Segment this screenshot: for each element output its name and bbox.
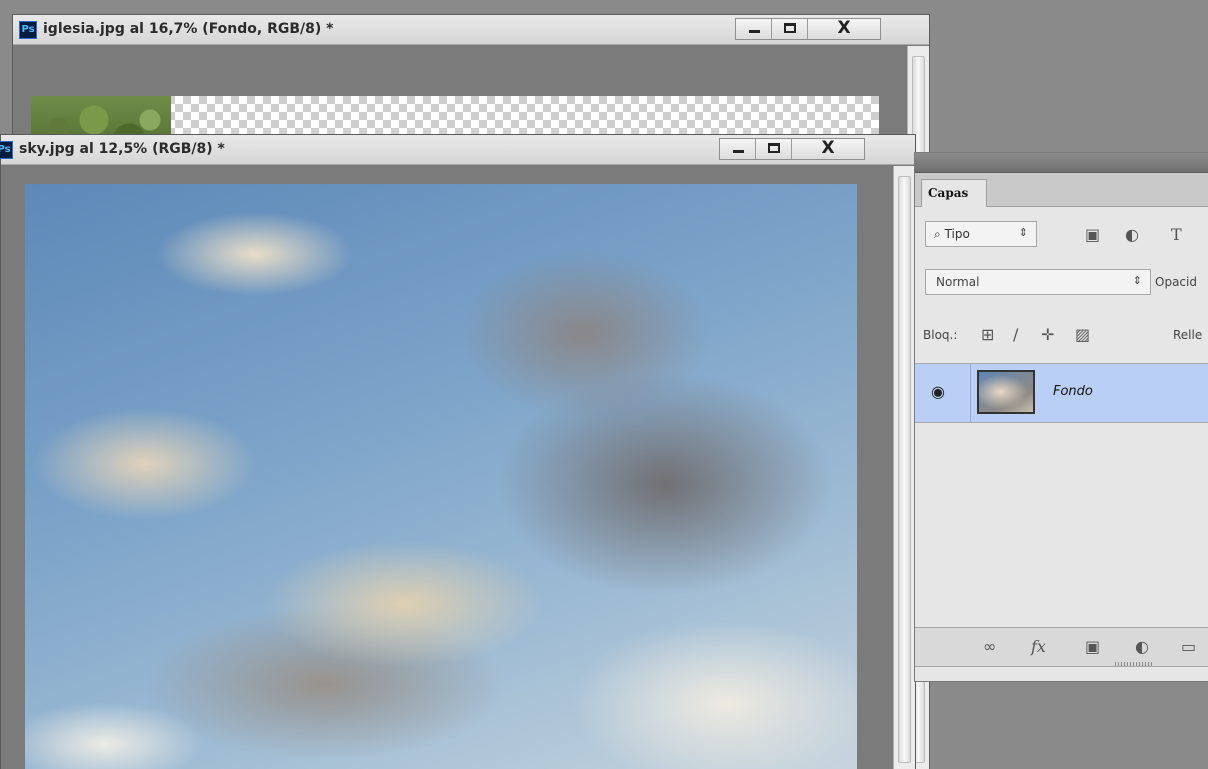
sky-photo [25,184,857,769]
photoshop-icon: Ps [19,21,37,39]
layer-visibility-toggle[interactable]: ◉ [915,364,971,422]
minimize-button[interactable] [720,139,756,159]
sky-vertical-scrollbar[interactable] [893,166,915,769]
opacity-label: Opacid [1155,275,1197,289]
blend-mode-select[interactable]: Normal ⇕ [925,269,1151,295]
panel-header-bar[interactable] [915,153,1208,173]
adjustment-filter-icon[interactable]: ◐ [1125,225,1139,244]
layer-filter-row: ⌕ Tipo ⇕ ▣ ◐ T [915,215,1208,251]
blend-mode-value: Normal [936,275,980,289]
scrollbar-thumb[interactable] [898,176,911,763]
iglesia-titlebar[interactable]: Ps iglesia.jpg al 16,7% (Fondo, RGB/8) *… [13,15,929,45]
fill-label: Relle [1173,328,1203,342]
folder-icon[interactable]: ▭ [1181,637,1196,656]
select-arrows-icon: ⇕ [1018,226,1028,239]
layer-row-fondo[interactable]: ◉ Fondo [915,363,1208,423]
minimize-button[interactable] [736,19,772,39]
adjustment-layer-icon[interactable]: ◐ [1135,637,1149,656]
layers-panel[interactable]: Capas ⌕ Tipo ⇕ ▣ ◐ T Normal ⇕ Opacid Blo… [914,152,1208,682]
lock-all-padlock-icon[interactable]: ▨ [1075,325,1090,344]
maximize-icon [768,143,780,153]
resize-grip[interactable] [1115,662,1153,666]
layers-panel-footer: ∞ fx ▣ ◐ ▭ [915,627,1208,667]
image-filter-icon[interactable]: ▣ [1085,225,1100,244]
lock-transparent-pixels-icon[interactable]: ⊞ [981,325,994,344]
maximize-button[interactable] [772,19,808,39]
close-icon: X [837,18,851,38]
iglesia-window-title: iglesia.jpg al 16,7% (Fondo, RGB/8) * [43,21,334,37]
blend-row: Normal ⇕ Opacid [915,263,1208,299]
lock-position-move-icon[interactable]: ✛ [1041,325,1054,344]
lock-row: Bloq.: ⊞ ∕ ✛ ▨ Relle [915,317,1208,353]
eye-icon: ◉ [931,382,945,401]
filter-kind-label: Tipo [944,227,970,241]
close-button[interactable]: X [792,138,864,159]
photoshop-icon: Ps [0,141,13,159]
close-icon: X [821,138,835,158]
layer-thumbnail [977,370,1035,414]
type-filter-icon[interactable]: T [1171,225,1182,244]
fx-icon[interactable]: fx [1031,637,1046,656]
tab-capas[interactable]: Capas [921,179,987,207]
search-icon: ⌕ [934,227,941,241]
link-icon[interactable]: ∞ [983,637,996,656]
close-button[interactable]: X [808,18,880,39]
maximize-button[interactable] [756,139,792,159]
panel-tabs: Capas [915,173,1208,207]
sky-window-title: sky.jpg al 12,5% (RGB/8) * [19,141,225,157]
lock-label: Bloq.: [923,328,958,342]
filter-kind-select[interactable]: ⌕ Tipo ⇕ [925,221,1037,247]
mask-icon[interactable]: ▣ [1085,637,1100,656]
layer-name: Fondo [1053,384,1093,399]
sky-canvas[interactable] [1,166,893,769]
lock-image-pixels-brush-icon[interactable]: ∕ [1013,325,1018,344]
document-window-sky[interactable]: Ps sky.jpg al 12,5% (RGB/8) * X [0,134,916,769]
select-arrows-icon: ⇕ [1132,274,1142,287]
minimize-icon [733,150,744,153]
minimize-icon [749,30,760,33]
maximize-icon [784,23,796,33]
sky-titlebar[interactable]: Ps sky.jpg al 12,5% (RGB/8) * X [0,135,915,165]
